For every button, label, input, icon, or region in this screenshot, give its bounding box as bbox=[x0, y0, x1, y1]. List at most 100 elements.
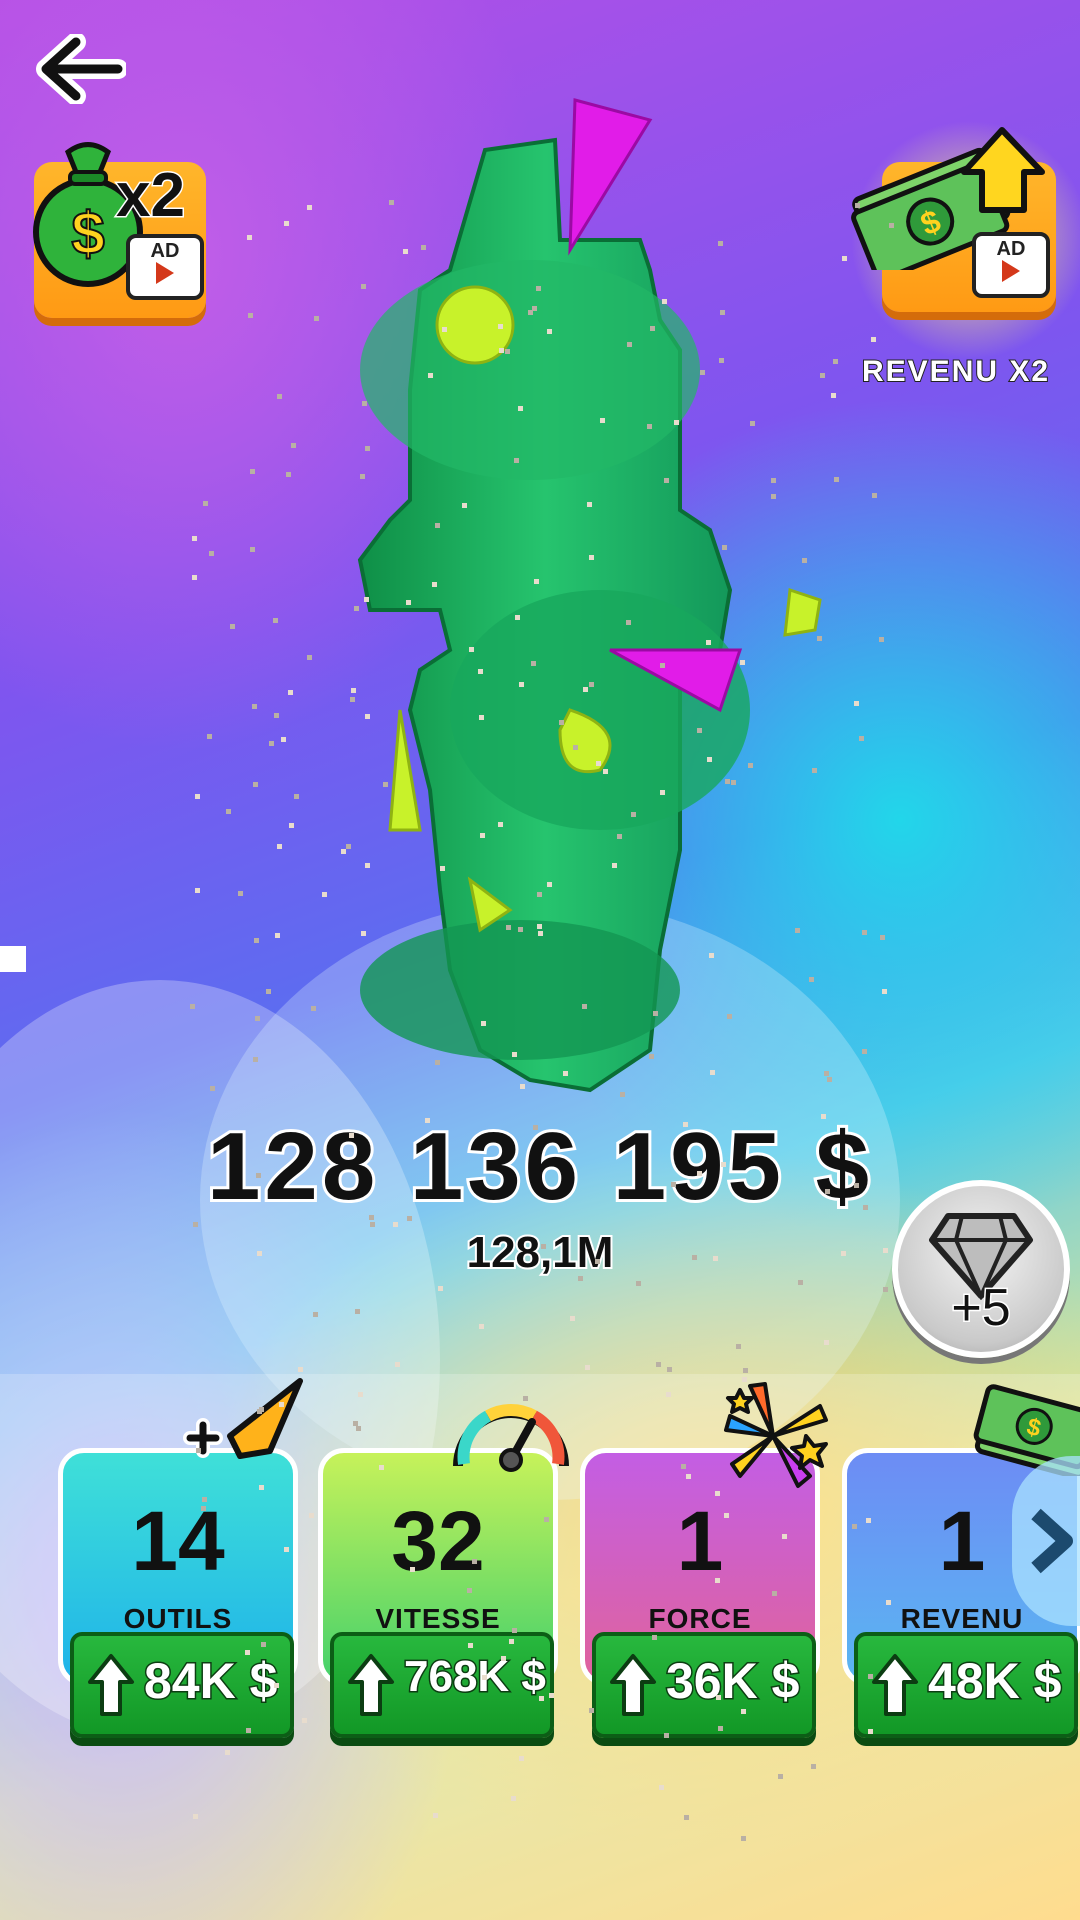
debris-particle bbox=[617, 834, 622, 839]
debris-particle bbox=[697, 728, 702, 733]
debris-particle bbox=[771, 494, 776, 499]
debris-particle bbox=[534, 579, 539, 584]
debris-particle bbox=[518, 927, 523, 932]
debris-particle bbox=[866, 1518, 871, 1523]
debris-particle bbox=[862, 930, 867, 935]
debris-particle bbox=[537, 892, 542, 897]
debris-particle bbox=[549, 1693, 554, 1698]
debris-particle bbox=[350, 697, 355, 702]
debris-particle bbox=[771, 478, 776, 483]
debris-particle bbox=[288, 690, 293, 695]
debris-particle bbox=[356, 1426, 361, 1431]
debris-particle bbox=[812, 768, 817, 773]
debris-particle bbox=[662, 299, 667, 304]
debris-particle bbox=[523, 1396, 528, 1401]
debris-particle bbox=[245, 1650, 250, 1655]
debris-particle bbox=[266, 989, 271, 994]
debris-particle bbox=[379, 1465, 384, 1470]
debris-particle bbox=[311, 1006, 316, 1011]
debris-particle bbox=[736, 1344, 741, 1349]
debris-particle bbox=[435, 523, 440, 528]
debris-particle bbox=[862, 1049, 867, 1054]
debris-particle bbox=[519, 1756, 524, 1761]
debris-particle bbox=[719, 358, 724, 363]
debris-particle bbox=[595, 1259, 600, 1264]
debris-particle bbox=[537, 924, 542, 929]
debris-particle bbox=[361, 284, 366, 289]
debris-particle bbox=[253, 1057, 258, 1062]
debris-particle bbox=[435, 1060, 440, 1065]
debris-particle bbox=[709, 953, 714, 958]
debris-particle bbox=[531, 661, 536, 666]
debris-particle bbox=[585, 1365, 590, 1370]
debris-particle bbox=[209, 551, 214, 556]
debris-particle bbox=[225, 1750, 230, 1755]
debris-particle bbox=[582, 1004, 587, 1009]
debris-particle bbox=[547, 882, 552, 887]
debris-particle bbox=[254, 938, 259, 943]
debris-particles bbox=[190, 200, 894, 1841]
debris-particle bbox=[889, 223, 894, 228]
debris-particle bbox=[512, 1052, 517, 1057]
debris-particle bbox=[871, 337, 876, 342]
debris-particle bbox=[313, 1312, 318, 1317]
debris-particle bbox=[718, 1726, 723, 1731]
debris-particle bbox=[697, 1171, 702, 1176]
debris-particle bbox=[309, 1513, 314, 1518]
debris-particle bbox=[506, 925, 511, 930]
debris-particle bbox=[821, 1114, 826, 1119]
debris-particle bbox=[671, 1182, 676, 1187]
debris-particle bbox=[660, 663, 665, 668]
debris-particle bbox=[883, 1248, 888, 1253]
debris-particle bbox=[772, 1591, 777, 1596]
debris-particle bbox=[498, 324, 503, 329]
debris-particle bbox=[724, 1513, 729, 1518]
debris-particle bbox=[854, 1183, 859, 1188]
debris-particle bbox=[286, 472, 291, 477]
debris-particle bbox=[855, 203, 860, 208]
debris-particle bbox=[834, 477, 839, 482]
debris-particle bbox=[612, 863, 617, 868]
debris-particle bbox=[365, 863, 370, 868]
debris-particle bbox=[626, 620, 631, 625]
debris-particle bbox=[274, 1683, 279, 1688]
debris-particle bbox=[859, 736, 864, 741]
debris-particle bbox=[880, 935, 885, 940]
debris-particle bbox=[440, 866, 445, 871]
debris-particle bbox=[841, 1251, 846, 1256]
debris-particle bbox=[750, 421, 755, 426]
debris-particle bbox=[505, 349, 510, 354]
debris-particle bbox=[302, 1718, 307, 1723]
debris-particle bbox=[536, 286, 541, 291]
debris-particle bbox=[307, 205, 312, 210]
debris-particle bbox=[715, 1578, 720, 1583]
debris-particle bbox=[252, 704, 257, 709]
debris-particle bbox=[358, 1392, 363, 1397]
debris-particle bbox=[346, 844, 351, 849]
debris-particle bbox=[281, 737, 286, 742]
debris-particle bbox=[351, 688, 356, 693]
debris-particle bbox=[587, 502, 592, 507]
debris-particle bbox=[246, 1728, 251, 1733]
debris-particle bbox=[603, 769, 608, 774]
debris-particle bbox=[795, 928, 800, 933]
debris-particle bbox=[406, 600, 411, 605]
debris-particle bbox=[247, 235, 252, 240]
debris-particle bbox=[653, 1011, 658, 1016]
debris-particle bbox=[438, 1286, 443, 1291]
debris-particle bbox=[425, 1118, 430, 1123]
debris-particle bbox=[322, 892, 327, 897]
debris-particle bbox=[854, 701, 859, 706]
debris-particle bbox=[469, 647, 474, 652]
debris-particle bbox=[547, 329, 552, 334]
debris-particle bbox=[432, 582, 437, 587]
debris-particle bbox=[279, 1402, 284, 1407]
debris-particle bbox=[563, 1071, 568, 1076]
debris-particle bbox=[782, 1534, 787, 1539]
debris-particle bbox=[261, 1642, 266, 1647]
debris-particle bbox=[700, 370, 705, 375]
debris-particle bbox=[656, 1362, 661, 1367]
debris-particle bbox=[307, 655, 312, 660]
debris-particle bbox=[620, 1092, 625, 1097]
debris-particle bbox=[256, 1173, 261, 1178]
